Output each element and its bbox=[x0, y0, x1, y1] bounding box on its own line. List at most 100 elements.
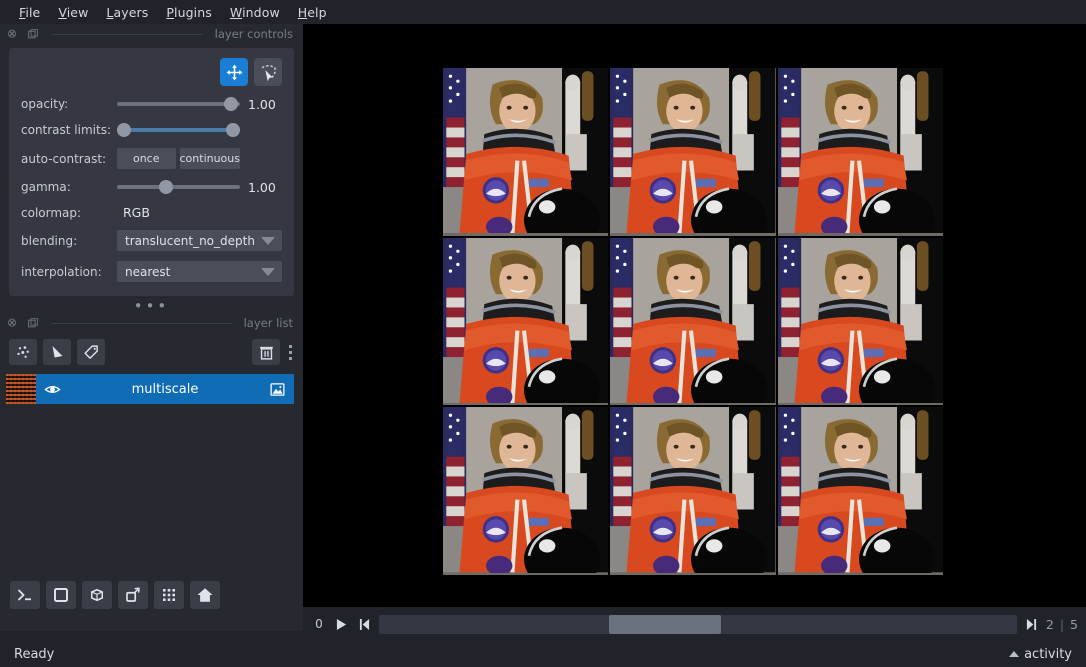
transform-tool-button[interactable] bbox=[254, 58, 282, 86]
layer-controls-dock-label: layer controls bbox=[214, 27, 293, 41]
gamma-value: 1.00 bbox=[248, 179, 276, 195]
auto-contrast-continuous-button[interactable]: continuous bbox=[179, 148, 240, 169]
shapes-icon bbox=[52, 345, 62, 357]
menu-item-plugins[interactable]: Plugins bbox=[157, 3, 220, 22]
contrast-handle-low[interactable] bbox=[117, 123, 131, 137]
menu-label-plugins: lugins bbox=[174, 4, 212, 20]
image-tile[interactable] bbox=[777, 237, 943, 406]
opacity-value: 1.00 bbox=[248, 96, 276, 112]
layer-controls-title-bar: layer controls bbox=[0, 24, 303, 44]
gamma-slider[interactable] bbox=[117, 179, 240, 195]
image-tile[interactable] bbox=[610, 407, 776, 575]
trash-icon bbox=[259, 346, 273, 360]
menu-bar: File View Layers Plugins Window Help bbox=[0, 0, 1086, 24]
ndisplay-3d-button[interactable] bbox=[82, 581, 112, 609]
step-to-end-button[interactable] bbox=[1023, 615, 1040, 634]
menu-label-file: ile bbox=[25, 4, 41, 20]
play-icon bbox=[336, 618, 347, 630]
new-points-layer-button[interactable] bbox=[9, 339, 37, 365]
move-icon bbox=[226, 64, 242, 80]
console-button[interactable] bbox=[10, 581, 40, 609]
opacity-control[interactable]: 1.00 bbox=[117, 96, 282, 112]
home-button[interactable] bbox=[190, 581, 220, 609]
auto-contrast-once-button[interactable]: once bbox=[117, 148, 176, 169]
dock-resize-handle[interactable]: ••• bbox=[0, 296, 303, 314]
layer-list-title-bar: layer list bbox=[0, 313, 303, 333]
menu-label-view: iew bbox=[66, 4, 89, 20]
eye-visibility-icon[interactable] bbox=[44, 381, 61, 398]
undock-icon[interactable] bbox=[27, 28, 40, 41]
layer-list-item-multiscale[interactable]: multiscale bbox=[6, 374, 294, 404]
image-tile[interactable] bbox=[777, 407, 943, 575]
float-icon[interactable] bbox=[8, 317, 21, 330]
left-dock-column: layer controls opacity: 1.00 contrast li… bbox=[0, 24, 303, 631]
caret-up-icon bbox=[1009, 651, 1020, 657]
layer-row-body[interactable]: multiscale bbox=[36, 374, 294, 404]
pan-zoom-tool-button[interactable] bbox=[220, 58, 248, 86]
viewer-canvas[interactable] bbox=[303, 24, 1086, 607]
float-icon[interactable] bbox=[8, 28, 21, 41]
interpolation-control[interactable]: nearest bbox=[117, 261, 282, 282]
image-tile[interactable] bbox=[443, 407, 609, 575]
menu-item-view[interactable]: View bbox=[49, 3, 97, 22]
image-layer-icon bbox=[270, 382, 285, 396]
blending-value: translucent_no_depth bbox=[125, 233, 255, 248]
new-shapes-layer-button[interactable] bbox=[43, 339, 71, 365]
new-labels-layer-button[interactable] bbox=[77, 339, 105, 365]
undock-icon[interactable] bbox=[27, 317, 40, 330]
napari-window: File View Layers Plugins Window Help lay… bbox=[0, 0, 1086, 667]
image-tile-grid[interactable] bbox=[443, 68, 943, 575]
menu-item-layers[interactable]: Layers bbox=[97, 3, 157, 22]
opacity-label: opacity: bbox=[21, 97, 69, 111]
opacity-handle[interactable] bbox=[224, 97, 238, 111]
image-tile[interactable] bbox=[610, 68, 776, 236]
opacity-slider[interactable] bbox=[117, 96, 240, 112]
dimension-current-value: 2 bbox=[1045, 616, 1054, 632]
console-icon bbox=[18, 589, 31, 601]
layer-list-menu-button[interactable] bbox=[286, 344, 295, 360]
dock-divider bbox=[52, 33, 203, 35]
interpolation-select[interactable]: nearest bbox=[117, 261, 282, 282]
image-tile[interactable] bbox=[610, 237, 776, 406]
gamma-handle[interactable] bbox=[158, 180, 173, 194]
colormap-label: colormap: bbox=[21, 205, 82, 220]
dimension-slider-handle[interactable] bbox=[608, 614, 721, 634]
chevron-down-icon bbox=[261, 236, 275, 245]
activity-label: activity bbox=[1024, 646, 1072, 662]
menu-label-layers: ayers bbox=[113, 4, 149, 20]
auto-contrast-label: auto-contrast: bbox=[21, 151, 107, 166]
play-button[interactable] bbox=[333, 615, 350, 634]
astronaut-image bbox=[777, 407, 943, 573]
contrast-handle-high[interactable] bbox=[226, 123, 240, 137]
contrast-limits-control[interactable] bbox=[117, 122, 282, 138]
interpolation-value: nearest bbox=[125, 264, 171, 279]
gamma-control[interactable]: 1.00 bbox=[117, 179, 282, 195]
grid-view-button[interactable] bbox=[154, 581, 184, 609]
activity-toggle[interactable]: activity bbox=[1009, 647, 1072, 662]
status-bar: Ready activity bbox=[0, 641, 1086, 667]
contrast-limits-label: contrast limits: bbox=[21, 123, 111, 137]
roll-dims-button[interactable] bbox=[118, 581, 148, 609]
dimension-slider-track[interactable] bbox=[379, 614, 1017, 634]
dimension-axis-label: 0 bbox=[315, 617, 323, 631]
colormap-control: RGB bbox=[117, 205, 282, 220]
menu-item-window[interactable]: Window bbox=[221, 3, 289, 22]
grid-icon bbox=[163, 589, 175, 601]
ndisplay-2d-button[interactable] bbox=[46, 581, 76, 609]
astronaut-image bbox=[610, 237, 776, 403]
contrast-limits-slider[interactable] bbox=[117, 122, 240, 138]
contrast-track bbox=[117, 128, 240, 132]
layer-list-toolbar bbox=[0, 333, 303, 371]
layer-mode-tools bbox=[21, 58, 282, 86]
menu-item-file[interactable]: File bbox=[10, 3, 49, 22]
blending-select[interactable]: translucent_no_depth bbox=[117, 230, 282, 251]
auto-contrast-control: once continuous bbox=[117, 148, 282, 169]
image-tile[interactable] bbox=[443, 237, 609, 406]
menu-item-help[interactable]: Help bbox=[289, 3, 336, 22]
step-to-start-button[interactable] bbox=[356, 615, 373, 634]
astronaut-image bbox=[777, 68, 943, 234]
image-tile[interactable] bbox=[443, 68, 609, 236]
delete-layer-button[interactable] bbox=[252, 339, 280, 365]
image-tile[interactable] bbox=[777, 68, 943, 236]
blending-control[interactable]: translucent_no_depth bbox=[117, 230, 282, 251]
